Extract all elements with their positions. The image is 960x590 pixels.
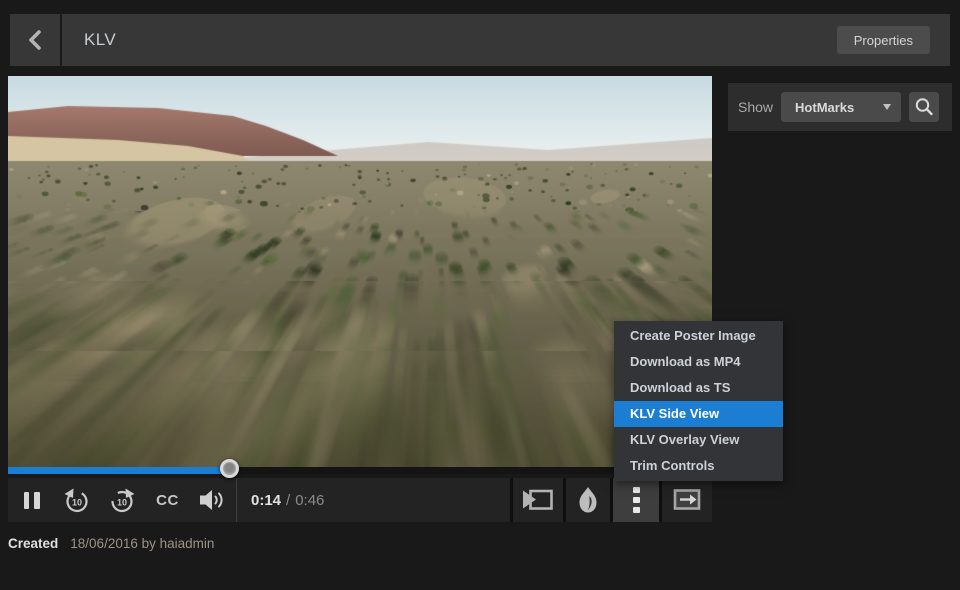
hotmarks-dropdown[interactable]: HotMarks bbox=[781, 92, 901, 122]
header: KLV Properties bbox=[10, 14, 950, 66]
chevron-down-icon bbox=[883, 104, 891, 110]
search-icon bbox=[913, 96, 935, 118]
flame-icon bbox=[575, 485, 601, 515]
created-label: Created bbox=[8, 536, 58, 551]
created-value: 18/06/2016 by haiadmin bbox=[70, 536, 214, 551]
volume-button[interactable] bbox=[190, 478, 236, 522]
menu-item-download-mp4[interactable]: Download as MP4 bbox=[614, 349, 783, 375]
menu-item-klv-side-view[interactable]: KLV Side View bbox=[614, 401, 783, 427]
time-duration: 0:46 bbox=[295, 492, 324, 509]
side-panel-button[interactable] bbox=[662, 478, 712, 522]
player-controls: 10 10 CC 0:14 / 0:46 bbox=[8, 478, 712, 522]
page-title: KLV bbox=[84, 30, 116, 50]
more-options-button[interactable] bbox=[613, 478, 659, 522]
search-button[interactable] bbox=[909, 92, 939, 122]
skip-back-10-button[interactable]: 10 bbox=[55, 478, 98, 522]
menu-item-klv-overlay-view[interactable]: KLV Overlay View bbox=[614, 427, 783, 453]
properties-button[interactable]: Properties bbox=[837, 26, 930, 54]
menu-item-download-ts[interactable]: Download as TS bbox=[614, 375, 783, 401]
pause-icon bbox=[24, 492, 30, 509]
back-button[interactable] bbox=[10, 14, 62, 66]
progress-bar[interactable] bbox=[8, 467, 712, 474]
chevron-left-icon bbox=[27, 29, 43, 51]
svg-text:10: 10 bbox=[116, 498, 126, 508]
pause-button[interactable] bbox=[8, 478, 55, 522]
kebab-icon bbox=[633, 487, 640, 493]
hotmarks-filter-bar: Show HotMarks bbox=[728, 83, 952, 131]
created-info: Created 18/06/2016 by haiadmin bbox=[8, 536, 214, 551]
arrow-right-box-icon bbox=[669, 486, 705, 514]
time-current: 0:14 bbox=[251, 492, 281, 509]
svg-text:10: 10 bbox=[71, 498, 81, 508]
play-into-box-icon bbox=[520, 486, 556, 514]
progress-scrubber[interactable] bbox=[220, 459, 239, 478]
video-player: 10 10 CC 0:14 / 0:46 bbox=[8, 76, 712, 522]
context-menu: Create Poster Image Download as MP4 Down… bbox=[614, 321, 783, 481]
share-button[interactable] bbox=[513, 478, 563, 522]
time-display: 0:14 / 0:46 bbox=[236, 478, 324, 522]
closed-captions-button[interactable]: CC bbox=[145, 478, 190, 522]
video-frame[interactable] bbox=[8, 76, 712, 467]
right-controls bbox=[510, 478, 712, 522]
hotmark-button[interactable] bbox=[566, 478, 610, 522]
show-label: Show bbox=[736, 99, 773, 115]
menu-item-trim-controls[interactable]: Trim Controls bbox=[614, 453, 783, 479]
speaker-icon bbox=[198, 487, 228, 513]
rotate-cw-10-icon: 10 bbox=[106, 483, 138, 517]
rotate-ccw-10-icon: 10 bbox=[61, 483, 93, 517]
progress-fill bbox=[8, 467, 233, 474]
skip-forward-10-button[interactable]: 10 bbox=[98, 478, 145, 522]
dropdown-value: HotMarks bbox=[795, 100, 883, 115]
menu-item-create-poster-image[interactable]: Create Poster Image bbox=[614, 323, 783, 349]
